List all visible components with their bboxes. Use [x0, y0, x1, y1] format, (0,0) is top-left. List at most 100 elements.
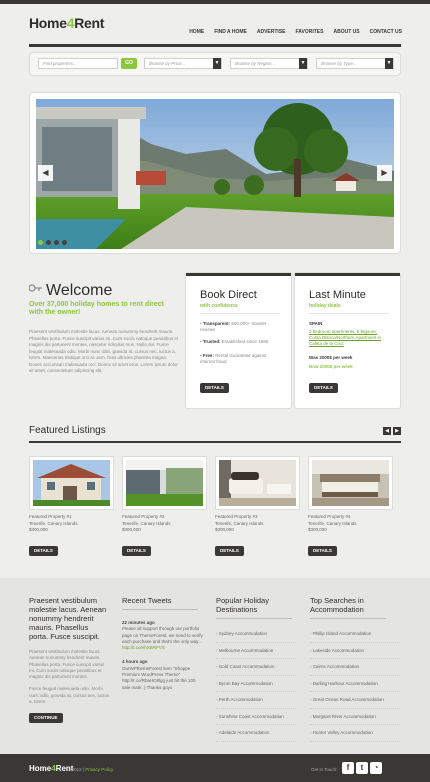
nav-about-us[interactable]: About Us — [333, 29, 359, 35]
popular-link[interactable]: Melbourne Accommodation — [216, 643, 296, 659]
copyright-text: © 2012 | — [67, 767, 84, 772]
listing-photo — [33, 460, 110, 506]
popular-list: Sydney Accommodation Melbourne Accommoda… — [216, 626, 296, 742]
popular-link[interactable]: Sunshine Coast Accommodation — [216, 709, 296, 725]
listing-details-button[interactable]: DETAILS — [215, 546, 244, 556]
region-select[interactable]: Browse by Region... ▼ — [230, 58, 308, 69]
slider-next-button[interactable]: ▶ — [377, 165, 392, 181]
deal-link[interactable]: 2 bedroom apartments, 5 Bigsure, Costa B… — [309, 329, 389, 347]
last-minute-title: Last Minute — [309, 289, 366, 301]
featured-prev-button[interactable]: ◀ — [383, 427, 391, 435]
box-top-bar — [186, 273, 291, 276]
tweet-link[interactable]: http://t.co/ehXBRFVS — [122, 645, 204, 651]
listing-card[interactable] — [215, 456, 300, 510]
listing-price: $300,000 — [308, 527, 327, 532]
feature-label: Trusted: — [202, 339, 221, 344]
listing-price: $300,000 — [215, 527, 234, 532]
popular-link[interactable]: Sydney Accommodation — [216, 626, 296, 643]
search-link[interactable]: Cairns Accommodation — [310, 659, 400, 676]
divider — [122, 609, 198, 610]
search-link[interactable]: Darling Harbour Accommodation — [310, 676, 400, 692]
listing-card[interactable] — [122, 456, 207, 510]
feature-item: • Free: Rental Guarantee against interne… — [200, 353, 267, 364]
chevron-down-icon: ▼ — [385, 58, 393, 69]
popular-link[interactable]: Gold Coast Accommodation — [216, 659, 296, 676]
listing-card[interactable] — [308, 456, 393, 510]
nav-underline — [29, 44, 401, 47]
region-select-label: Browse by Region... — [235, 61, 276, 66]
deal-new-price: Now 2000$ per week — [309, 364, 353, 369]
listing-details-button[interactable]: DETAILS — [29, 546, 58, 556]
welcome-subtitle: Over 37,000 holiday homes to rent direct… — [29, 301, 164, 316]
price-select-label: Browse by Price... — [149, 61, 186, 66]
popular-link[interactable]: Perth Accommodation — [216, 692, 296, 709]
privacy-policy-link[interactable]: Privacy Policy — [85, 767, 113, 772]
chevron-left-icon: ◀ — [385, 428, 389, 434]
search-link[interactable]: Hunter Valley Accommodation — [310, 725, 400, 742]
chevron-left-icon: ◀ — [42, 168, 49, 177]
nav-advertise[interactable]: Advertise — [257, 29, 286, 35]
last-minute-details-button[interactable]: DETAILS — [309, 383, 338, 393]
type-select[interactable]: Browse by Type... ▼ — [316, 58, 394, 69]
feature-text: Established since 1995 — [221, 339, 269, 344]
rss-icon[interactable]: ◔ — [370, 762, 382, 774]
listing-info: Featured Property #4 Tenerife, Canary Is… — [308, 514, 398, 534]
site-logo[interactable]: Home4Rent — [29, 15, 104, 31]
price-select[interactable]: Browse by Price... ▼ — [144, 58, 222, 69]
listing-photo — [312, 460, 389, 506]
slider-dot[interactable] — [38, 240, 43, 245]
search-go-button[interactable]: GO — [121, 58, 137, 69]
last-minute-box: Last Minute holiday deals SPAIN 2 bedroo… — [294, 272, 401, 409]
twitter-icon[interactable]: t — [356, 762, 368, 774]
nav-home[interactable]: Home — [189, 29, 204, 35]
logo-text-home: Home — [29, 15, 67, 31]
chevron-down-icon: ▼ — [213, 58, 221, 69]
search-link[interactable]: Great Ocean Road Accommodation — [310, 692, 400, 709]
continue-button[interactable]: CONTINUE — [29, 713, 63, 724]
feature-item: • Transparent: 500,000+ traveler reviews — [200, 321, 267, 332]
keyword-search-input[interactable]: Find properties... — [38, 58, 118, 69]
slider-pagination — [38, 240, 67, 245]
key-icon — [29, 284, 42, 292]
listing-photo — [219, 460, 296, 506]
slider-dot[interactable] — [46, 240, 51, 245]
featured-next-button[interactable]: ▶ — [393, 427, 401, 435]
book-direct-subtitle: with confidence — [200, 303, 238, 309]
top-strip — [0, 0, 430, 4]
tweet-text: OurWPthemeForest item "Shoppe Premium Wo… — [122, 665, 196, 690]
listing-details-button[interactable]: DETAILS — [122, 546, 151, 556]
slider-dot[interactable] — [62, 240, 67, 245]
footer-tweets: Recent Tweets 22 minutes ago Please all … — [122, 596, 204, 691]
book-direct-details-button[interactable]: DETAILS — [200, 383, 229, 393]
featured-listings-title: Featured Listings — [29, 425, 106, 436]
box-top-bar — [295, 273, 400, 276]
chevron-right-icon: ▶ — [395, 428, 399, 434]
logo-text-rent: Rent — [74, 15, 105, 31]
book-direct-title: Book Direct — [200, 289, 257, 301]
deal-old-price: Was 2000$ per week — [309, 355, 353, 360]
popular-link[interactable]: Adelaide Accommodation — [216, 725, 296, 742]
facebook-icon[interactable]: f — [342, 762, 354, 774]
listing-price: $300,000 — [122, 527, 141, 532]
tweet: 22 minutes ago Please all support throug… — [122, 620, 204, 651]
slider-dot[interactable] — [54, 240, 59, 245]
welcome-body: Praesent vestibulum molestie lacus. Aene… — [29, 329, 179, 373]
last-minute-subtitle: holiday deals — [309, 303, 341, 309]
main-nav: Home Find a Home Advertise Favorites Abo… — [189, 29, 402, 35]
slider-prev-button[interactable]: ◀ — [38, 165, 53, 181]
divider — [216, 618, 292, 619]
nav-contact-us[interactable]: Contact Us — [370, 29, 402, 35]
listing-card[interactable] — [29, 456, 114, 510]
searches-title: Top Searches in Accommodation — [310, 596, 364, 614]
search-link[interactable]: Lakeside Accommodation — [310, 643, 400, 659]
divider — [310, 618, 386, 619]
nav-favorites[interactable]: Favorites — [296, 29, 324, 35]
nav-find-a-home[interactable]: Find a Home — [214, 29, 247, 35]
listing-details-button[interactable]: DETAILS — [308, 546, 337, 556]
search-link[interactable]: Phillip Island Accommodation — [310, 626, 400, 643]
search-link[interactable]: Margaret River Accommodation — [310, 709, 400, 725]
popular-link[interactable]: Byron Bay Accommodation — [216, 676, 296, 692]
listing-photo — [126, 460, 203, 506]
listing-info: Featured Property #3 Tenerife, Canary Is… — [215, 514, 305, 534]
tweet-text: Please all support through our portfolio… — [122, 626, 203, 644]
